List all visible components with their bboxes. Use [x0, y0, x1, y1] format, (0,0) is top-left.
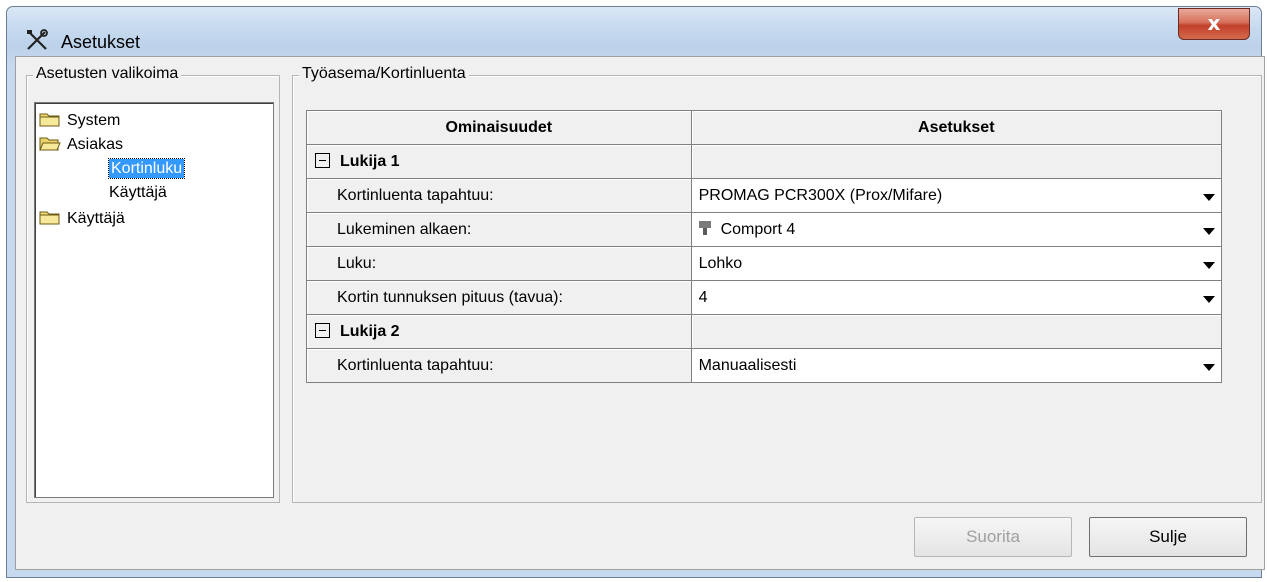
- grid-property-row[interactable]: Kortinluenta tapahtuu: Manuaalisesti: [307, 349, 1222, 383]
- property-value-text: Manuaalisesti: [698, 357, 797, 374]
- property-name[interactable]: Kortin tunnuksen pituus (tavua):: [307, 281, 692, 315]
- dropdown-arrow-icon[interactable]: [1195, 213, 1221, 246]
- apply-button[interactable]: Suorita: [914, 517, 1072, 557]
- category-label: Lukija 2: [340, 323, 400, 340]
- property-value-text: Comport 4: [720, 221, 796, 238]
- column-header-settings[interactable]: Asetukset: [691, 111, 1222, 145]
- tree-item-system[interactable]: System: [39, 109, 120, 133]
- grid-category-row[interactable]: Lukija 1: [307, 145, 1222, 179]
- tree-item-label: System: [67, 112, 121, 129]
- property-grid: Ominaisuudet Asetukset Lukija 1 Kortinlue…: [306, 110, 1222, 383]
- category-value-cell: [691, 145, 1222, 179]
- tree-item-label: Kortinluku: [107, 158, 186, 179]
- category-label: Lukija 1: [340, 153, 400, 170]
- category-value-cell: [691, 315, 1222, 349]
- serial-port-icon: [698, 220, 721, 238]
- tree-item-label: Käyttäjä: [109, 184, 167, 201]
- property-value-dropdown[interactable]: Lohko: [691, 247, 1222, 281]
- property-name[interactable]: Kortinluenta tapahtuu:: [307, 179, 692, 213]
- tree-item-k-ytt-j-[interactable]: Käyttäjä: [109, 181, 167, 205]
- window-title: Asetukset: [61, 32, 141, 52]
- tree-item-label: Käyttäjä: [67, 210, 125, 227]
- collapse-icon[interactable]: [315, 323, 330, 338]
- column-header-properties[interactable]: Ominaisuudet: [307, 111, 692, 145]
- grid-property-row[interactable]: Kortinluenta tapahtuu: PROMAG PCR300X (Pr…: [307, 179, 1222, 213]
- settings-tree[interactable]: System Asiakas Kortinluku Käyttäjä Käyttäjä: [34, 102, 274, 498]
- property-name[interactable]: Kortinluenta tapahtuu:: [307, 349, 692, 383]
- category-cell[interactable]: Lukija 1: [307, 145, 692, 179]
- property-value-text: 4: [698, 289, 708, 306]
- grid-header-row: Ominaisuudet Asetukset: [307, 111, 1222, 145]
- grid-property-row[interactable]: Lukeminen alkaen: Comport 4: [307, 213, 1222, 247]
- category-cell[interactable]: Lukija 2: [307, 315, 692, 349]
- tree-item-kortinluku[interactable]: Kortinluku: [107, 157, 186, 181]
- grid-property-row[interactable]: Luku: Lohko: [307, 247, 1222, 281]
- group-legend-categories: Asetusten valikoima: [33, 65, 182, 83]
- property-value-dropdown[interactable]: Comport 4: [691, 213, 1222, 247]
- grid-property-row[interactable]: Kortin tunnuksen pituus (tavua): 4: [307, 281, 1222, 315]
- close-window-button[interactable]: x: [1178, 8, 1250, 40]
- dropdown-arrow-icon[interactable]: [1195, 179, 1221, 212]
- folder-closed-icon: [39, 112, 67, 129]
- property-name[interactable]: Lukeminen alkaen:: [307, 213, 692, 247]
- dialog-client-area: Asetusten valikoima System Asiakas Kortinl…: [15, 56, 1265, 570]
- group-legend-properties: Työasema/Kortinluenta: [299, 65, 469, 83]
- property-value-dropdown[interactable]: Manuaalisesti: [691, 349, 1222, 383]
- close-button[interactable]: Sulje: [1089, 517, 1247, 557]
- dropdown-arrow-icon[interactable]: [1195, 247, 1221, 280]
- collapse-icon[interactable]: [315, 153, 330, 168]
- close-icon: x: [1207, 11, 1221, 35]
- property-value-text: PROMAG PCR300X (Prox/Mifare): [698, 187, 943, 204]
- tree-item-k-ytt-j-[interactable]: Käyttäjä: [39, 207, 125, 231]
- properties-group: Työasema/Kortinluenta Ominaisuudet Asetu…: [292, 65, 1262, 503]
- folder-open-icon: [39, 136, 67, 153]
- dropdown-arrow-icon[interactable]: [1195, 349, 1221, 382]
- folder-closed-icon: [39, 210, 67, 227]
- property-value-dropdown[interactable]: PROMAG PCR300X (Prox/Mifare): [691, 179, 1222, 213]
- tree-item-label: Asiakas: [67, 136, 124, 153]
- property-value-text: Lohko: [698, 255, 743, 272]
- property-value-dropdown[interactable]: 4: [691, 281, 1222, 315]
- grid-category-row[interactable]: Lukija 2: [307, 315, 1222, 349]
- tools-icon: [27, 29, 48, 50]
- dropdown-arrow-icon[interactable]: [1195, 281, 1221, 314]
- tree-item-asiakas[interactable]: Asiakas: [39, 133, 123, 157]
- property-name[interactable]: Luku:: [307, 247, 692, 281]
- settings-category-group: Asetusten valikoima System Asiakas Kortinl…: [26, 65, 280, 503]
